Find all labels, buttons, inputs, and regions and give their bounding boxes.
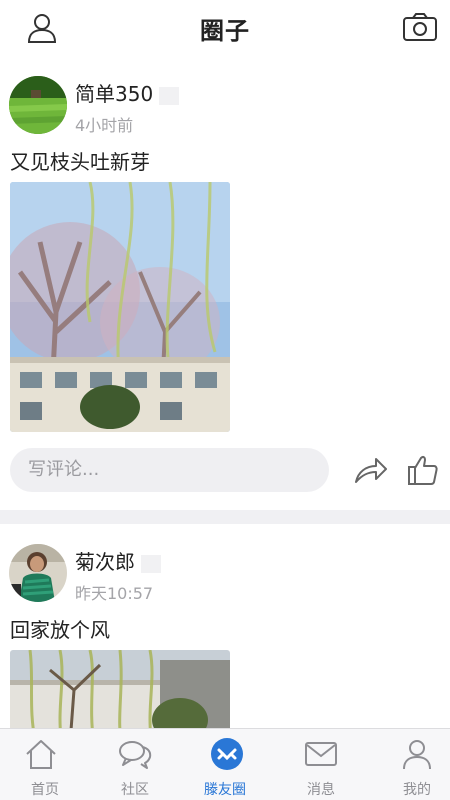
tab-home[interactable]: 首页 — [0, 729, 90, 800]
page-title: 圈子 — [200, 17, 250, 45]
post-photo[interactable] — [10, 650, 230, 728]
feed-list[interactable]: 简单350 4小时前 又见枝头吐新芽 写评论... 菊次郎 昨天10:57 回家… — [0, 58, 450, 728]
tab-mine[interactable]: 我的 — [372, 729, 450, 800]
willow-building-photo — [10, 650, 230, 728]
feed-post: 简单350 4小时前 又见枝头吐新芽 写评论... — [0, 58, 450, 510]
tab-label: 消息 — [307, 782, 335, 798]
tab-label: 首页 — [31, 782, 59, 798]
post-time: 昨天10:57 — [75, 584, 154, 603]
home-icon — [26, 740, 56, 769]
level-badge — [141, 554, 161, 573]
author-avatar[interactable] — [9, 544, 67, 602]
envelope-icon — [305, 742, 337, 766]
chat-bubbles-icon — [119, 741, 152, 769]
rice-field-avatar — [9, 76, 67, 134]
tab-label: 社区 — [121, 782, 149, 798]
tab-community[interactable]: 社区 — [90, 729, 180, 800]
author-avatar[interactable] — [9, 76, 67, 134]
thumbs-up-icon[interactable] — [407, 454, 439, 486]
camera-icon[interactable] — [402, 12, 438, 42]
willow-tree-photo — [10, 182, 230, 432]
comment-input[interactable]: 写评论... — [10, 448, 329, 492]
feed-post: 菊次郎 昨天10:57 回家放个风 — [0, 524, 450, 728]
user-icon — [403, 740, 431, 770]
level-badge — [159, 86, 180, 105]
person-avatar — [9, 544, 67, 602]
tab-friends-circle[interactable]: 滕友圈 — [180, 729, 270, 800]
share-icon[interactable] — [354, 456, 388, 486]
post-text: 又见枝头吐新芽 — [10, 150, 150, 174]
post-text: 回家放个风 — [10, 618, 110, 642]
tab-messages[interactable]: 消息 — [276, 729, 366, 800]
tab-label: 我的 — [403, 782, 431, 798]
author-name[interactable]: 简单350 — [75, 78, 180, 107]
tab-label: 滕友圈 — [204, 782, 246, 798]
author-name[interactable]: 菊次郎 — [75, 546, 161, 575]
post-divider — [0, 510, 450, 524]
friends-circle-icon — [211, 738, 243, 770]
post-photo[interactable] — [10, 182, 230, 432]
top-bar: 圈子 — [0, 0, 450, 58]
bottom-tab-bar: 首页 社区 滕友圈 消息 我的 — [0, 728, 450, 800]
post-time: 4小时前 — [75, 116, 134, 135]
